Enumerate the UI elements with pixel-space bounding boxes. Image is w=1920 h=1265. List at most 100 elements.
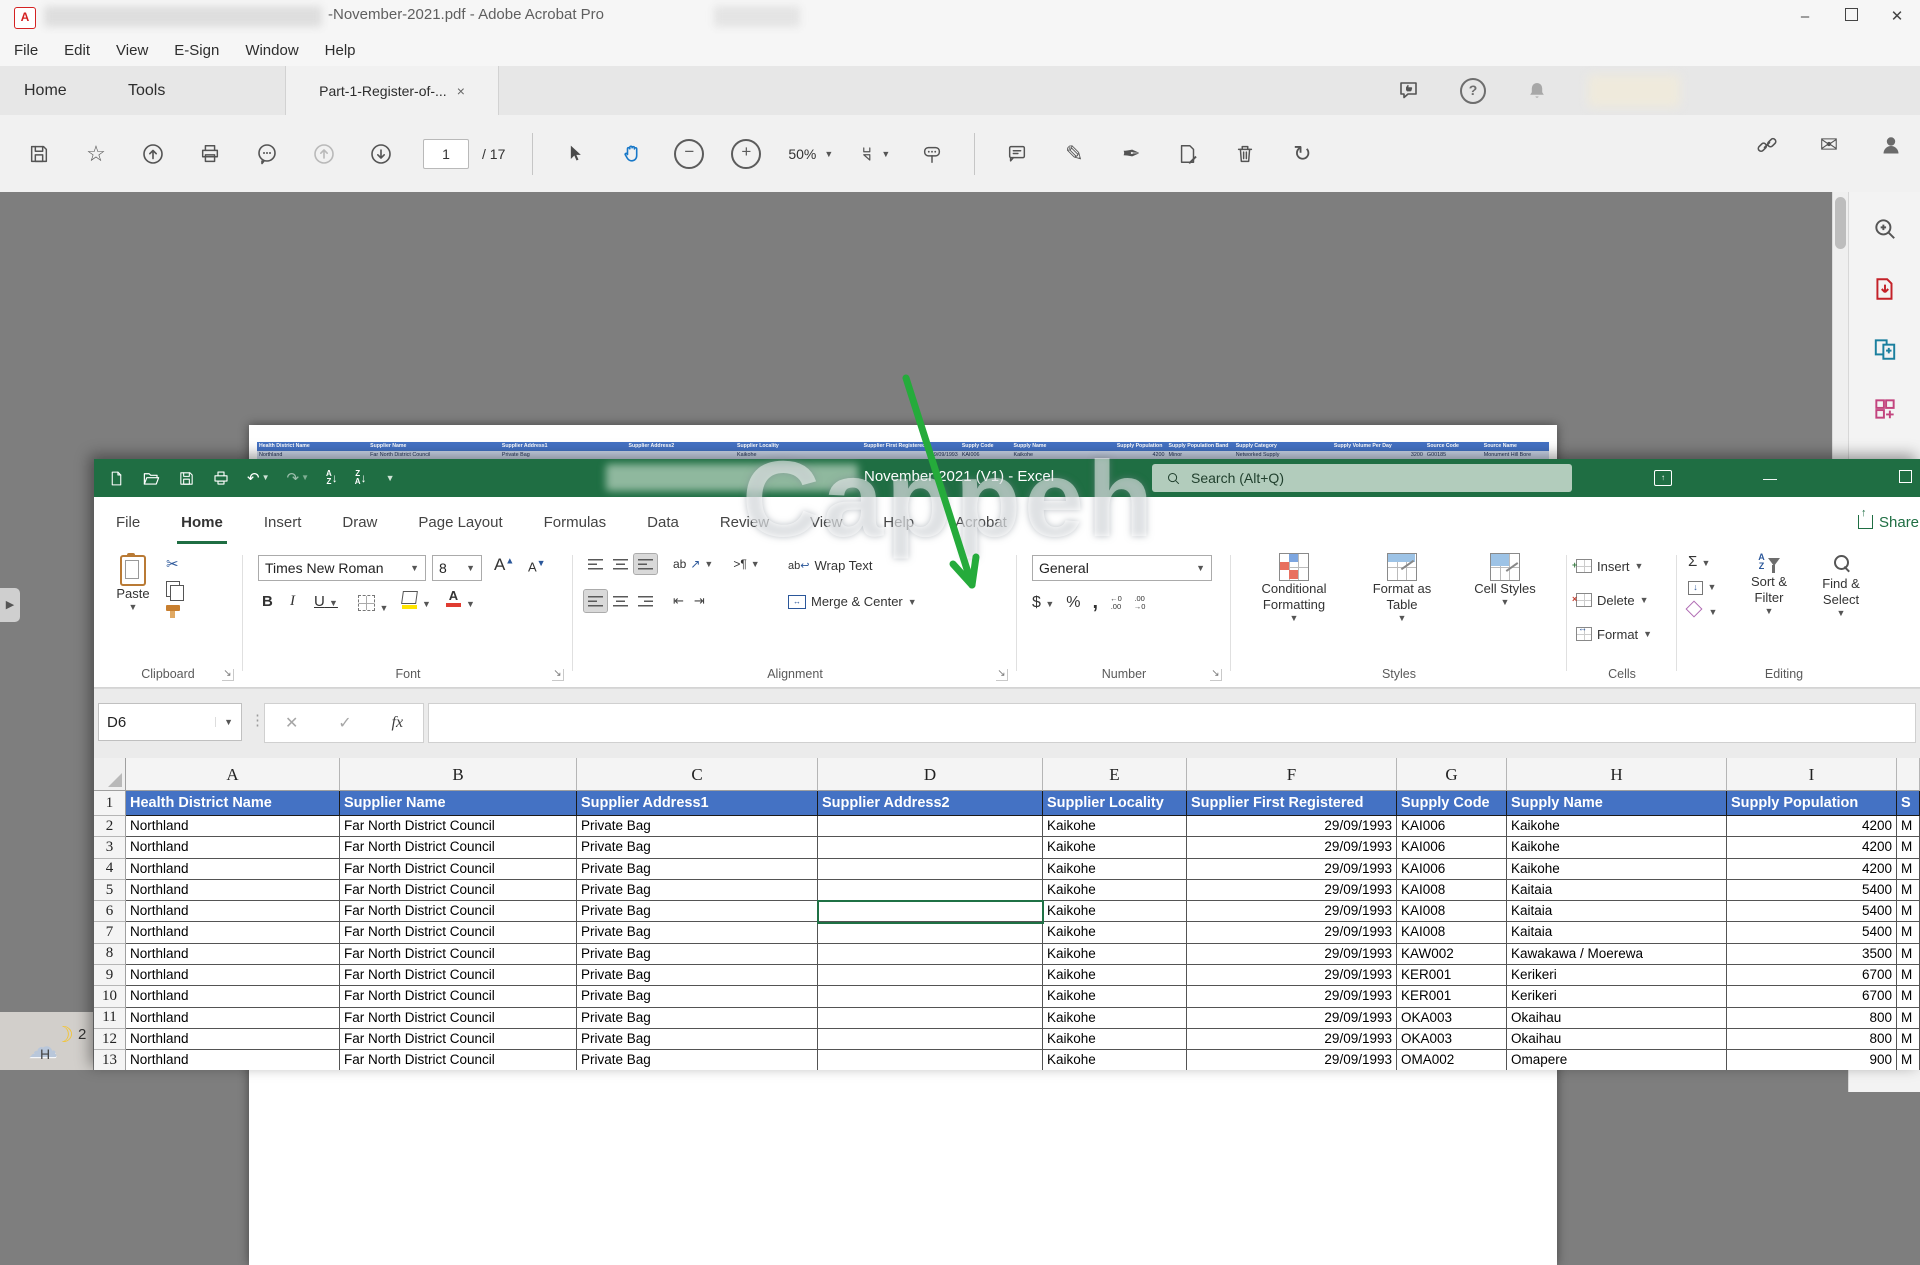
cell[interactable] bbox=[818, 944, 1043, 965]
redo-icon[interactable]: ↷▼ bbox=[287, 471, 310, 486]
cell[interactable]: Far North District Council bbox=[340, 965, 577, 986]
user-avatar-icon[interactable] bbox=[1876, 128, 1906, 162]
cell[interactable]: Kaikohe bbox=[1507, 837, 1727, 858]
column-header-partial[interactable] bbox=[1897, 758, 1920, 791]
star-favorites-icon[interactable]: ☆ bbox=[81, 137, 111, 171]
cell[interactable]: KER001 bbox=[1397, 965, 1507, 986]
cell[interactable]: Far North District Council bbox=[340, 880, 577, 901]
ribbon-tab-data[interactable]: Data bbox=[647, 514, 679, 531]
search-comments-icon[interactable] bbox=[252, 137, 282, 171]
print-preview-icon[interactable] bbox=[212, 469, 230, 487]
save-icon[interactable] bbox=[24, 137, 54, 171]
shrink-font-button[interactable]: A▼ bbox=[528, 558, 546, 574]
ribbon-tab-review[interactable]: Review bbox=[720, 514, 769, 531]
cell[interactable]: Kaitaia bbox=[1507, 880, 1727, 901]
cell[interactable]: Kawakawa / Moerewa bbox=[1507, 944, 1727, 965]
cell[interactable]: Omapere bbox=[1507, 1050, 1727, 1070]
cell[interactable]: 29/09/1993 bbox=[1187, 837, 1397, 858]
cell[interactable]: Far North District Council bbox=[340, 859, 577, 880]
cell[interactable]: Kaikohe bbox=[1043, 1050, 1187, 1070]
open-file-icon[interactable] bbox=[142, 469, 161, 488]
cell[interactable]: Far North District Council bbox=[340, 922, 577, 943]
cell[interactable]: Kerikeri bbox=[1507, 965, 1727, 986]
cell[interactable]: OKA003 bbox=[1397, 1029, 1507, 1050]
previous-page-icon[interactable] bbox=[309, 137, 339, 171]
comment-icon[interactable] bbox=[1002, 137, 1032, 171]
clipboard-dialog-launcher[interactable]: ↘ bbox=[222, 669, 234, 681]
marquee-zoom-icon[interactable] bbox=[1870, 214, 1900, 244]
delete-trash-icon[interactable] bbox=[1230, 137, 1260, 171]
ribbon-tab-view[interactable]: View bbox=[810, 514, 842, 531]
cell[interactable]: Far North District Council bbox=[340, 816, 577, 837]
wrap-text-button[interactable]: ab↩ Wrap Text bbox=[788, 558, 873, 573]
column-header-E[interactable]: E bbox=[1043, 758, 1187, 791]
cell[interactable]: Northland bbox=[126, 944, 340, 965]
autosum-button[interactable]: Σ ▼ bbox=[1688, 553, 1717, 570]
row-header-6[interactable]: 6 bbox=[94, 901, 126, 922]
cell[interactable]: OKA003 bbox=[1397, 1008, 1507, 1029]
cell[interactable]: Northland bbox=[126, 837, 340, 858]
sort-filter-button[interactable]: AZ Sort & Filter ▼ bbox=[1736, 553, 1802, 616]
name-box[interactable]: D6 ▼ bbox=[98, 703, 242, 741]
cell[interactable]: Private Bag bbox=[577, 1029, 818, 1050]
menu-file[interactable]: File bbox=[14, 42, 38, 59]
cell[interactable]: Private Bag bbox=[577, 986, 818, 1007]
page-number-input[interactable]: 1 bbox=[423, 139, 469, 169]
cell[interactable]: Northland bbox=[126, 1029, 340, 1050]
bold-button[interactable]: B bbox=[262, 593, 273, 610]
cell[interactable]: Kaikohe bbox=[1043, 965, 1187, 986]
scrollbar-thumb[interactable] bbox=[1835, 197, 1846, 249]
link-icon[interactable] bbox=[1752, 128, 1782, 162]
cell[interactable]: Northland bbox=[126, 922, 340, 943]
tab-home[interactable]: Home bbox=[24, 66, 67, 115]
bottom-align-button[interactable] bbox=[634, 554, 657, 574]
cell[interactable]: 800 bbox=[1727, 1008, 1897, 1029]
font-dialog-launcher[interactable]: ↘ bbox=[552, 669, 564, 681]
cell[interactable] bbox=[818, 1050, 1043, 1070]
cell[interactable]: 800 bbox=[1727, 1029, 1897, 1050]
column-header-B[interactable]: B bbox=[340, 758, 577, 791]
cell[interactable] bbox=[818, 922, 1043, 943]
cell[interactable]: 5400 bbox=[1727, 901, 1897, 922]
cell[interactable]: Private Bag bbox=[577, 922, 818, 943]
zoom-level-dropdown[interactable]: 50%▼ bbox=[788, 146, 833, 162]
cell[interactable]: Kaikohe bbox=[1043, 1008, 1187, 1029]
cell[interactable] bbox=[818, 816, 1043, 837]
next-page-icon[interactable] bbox=[366, 137, 396, 171]
column-header-D[interactable]: D bbox=[818, 758, 1043, 791]
row-header-5[interactable]: 5 bbox=[94, 880, 126, 901]
cell[interactable]: Kaikohe bbox=[1043, 1029, 1187, 1050]
row-header-10[interactable]: 10 bbox=[94, 986, 126, 1007]
cell[interactable]: Private Bag bbox=[577, 880, 818, 901]
zoom-in-icon[interactable]: + bbox=[731, 139, 761, 169]
cell[interactable]: Private Bag bbox=[577, 965, 818, 986]
cell[interactable]: Kaitaia bbox=[1507, 922, 1727, 943]
cell[interactable]: Far North District Council bbox=[340, 944, 577, 965]
menu-view[interactable]: View bbox=[116, 42, 148, 59]
cell[interactable]: Northland bbox=[126, 965, 340, 986]
cell[interactable]: 29/09/1993 bbox=[1187, 859, 1397, 880]
underline-button[interactable]: U ▼ bbox=[314, 593, 338, 610]
cell[interactable]: Northland bbox=[126, 1050, 340, 1070]
cell[interactable] bbox=[818, 986, 1043, 1007]
edit-pdf-icon[interactable] bbox=[1173, 137, 1203, 171]
cell[interactable]: Kaikohe bbox=[1043, 837, 1187, 858]
comma-button[interactable]: , bbox=[1093, 591, 1099, 614]
cell[interactable]: Kaikohe bbox=[1043, 986, 1187, 1007]
export-pdf-icon[interactable] bbox=[1870, 274, 1900, 304]
cell[interactable] bbox=[818, 880, 1043, 901]
cell[interactable]: Far North District Council bbox=[340, 1008, 577, 1029]
align-center-button[interactable] bbox=[609, 590, 632, 612]
create-pdf-icon[interactable] bbox=[1870, 334, 1900, 364]
insert-cells-button[interactable]: +Insert▼ bbox=[1576, 553, 1643, 579]
column-header-H[interactable]: H bbox=[1507, 758, 1727, 791]
grow-font-button[interactable]: A▲ bbox=[494, 555, 514, 575]
cell[interactable]: Private Bag bbox=[577, 1050, 818, 1070]
cell[interactable]: 3500 bbox=[1727, 944, 1897, 965]
select-all-corner[interactable] bbox=[94, 758, 126, 791]
highlight-icon[interactable]: ✎ bbox=[1059, 137, 1089, 171]
insert-function-icon[interactable]: fx bbox=[392, 714, 404, 732]
zoom-out-icon[interactable]: − bbox=[674, 139, 704, 169]
format-cells-button[interactable]: ↔Format▼ bbox=[1576, 621, 1652, 647]
cell[interactable]: 29/09/1993 bbox=[1187, 816, 1397, 837]
